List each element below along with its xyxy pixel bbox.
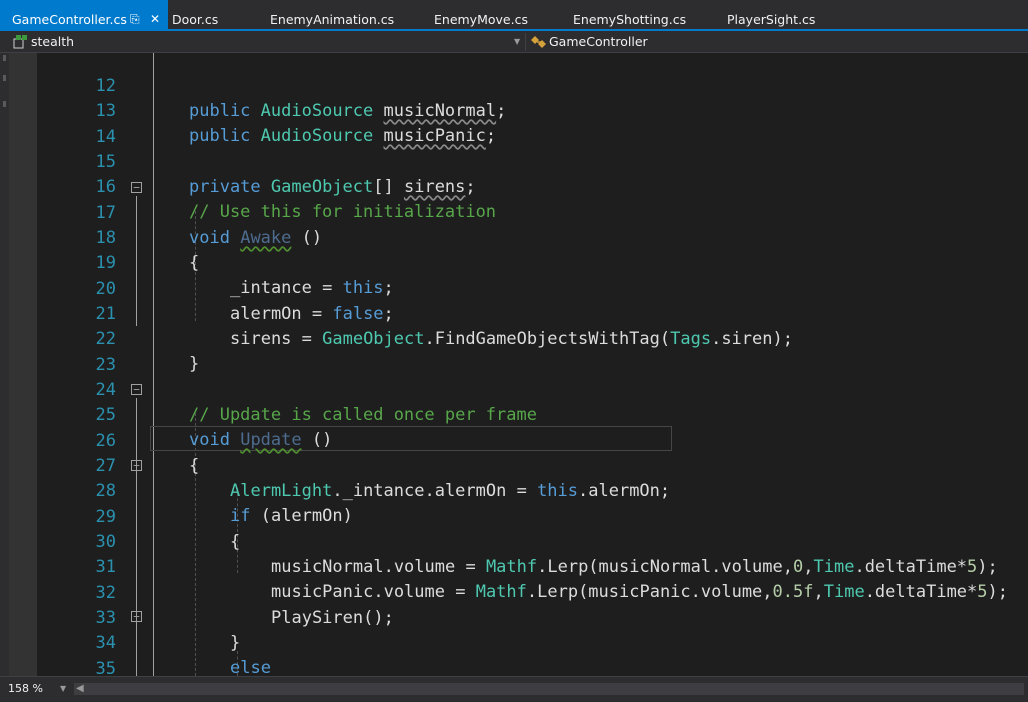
tab-enemymove[interactable]: EnemyMove.cs bbox=[434, 0, 528, 29]
code-line: 13 public AudioSource musicPanic; bbox=[0, 74, 1028, 146]
code-line: 34 else bbox=[0, 606, 1028, 676]
code-editor[interactable]: − − − − 12 public AudioSource musicNorma… bbox=[0, 53, 1028, 676]
zoom-level: 158 % bbox=[8, 682, 43, 695]
navigation-bar: stealth ▼ GameController bbox=[0, 31, 1028, 53]
project-name: stealth bbox=[31, 34, 75, 49]
code-line: 21 sirens = GameObject.FindGameObjectsWi… bbox=[0, 277, 1028, 349]
class-dropdown[interactable]: GameController bbox=[549, 32, 1019, 51]
document-tab-strip: GameController.cs ⎘ ✕ Door.cs EnemyAnima… bbox=[0, 0, 1028, 31]
navbar-divider bbox=[525, 33, 526, 51]
tab-label: GameController.cs bbox=[12, 12, 127, 27]
code-line: 27 AlermLight._intance.alermOn = this.al… bbox=[0, 429, 1028, 501]
class-name: GameController bbox=[549, 34, 648, 49]
code-line: 20 alermOn = false; bbox=[0, 252, 1028, 324]
tab-label: EnemyMove.cs bbox=[434, 12, 528, 27]
project-icon bbox=[13, 35, 27, 49]
close-icon[interactable]: ✕ bbox=[150, 0, 160, 29]
zoom-dropdown[interactable]: 158 % bbox=[8, 680, 68, 698]
project-dropdown[interactable]: stealth bbox=[31, 32, 511, 51]
chevron-down-icon[interactable]: ▼ bbox=[514, 32, 520, 51]
code-line: 18 { bbox=[0, 201, 1028, 273]
tab-label: EnemyShotting.cs bbox=[573, 12, 687, 27]
tab-enemyshotting[interactable]: EnemyShotting.cs bbox=[573, 0, 686, 29]
code-line: 28 if (alermOn) bbox=[0, 454, 1028, 526]
editor-status-bar: 158 % ▼ ◀ bbox=[0, 676, 1028, 702]
horizontal-scrollbar[interactable] bbox=[74, 683, 1024, 695]
tab-playersight[interactable]: PlayerSight.cs bbox=[727, 0, 815, 29]
tab-gamecontroller[interactable]: GameController.cs ⎘ ✕ bbox=[0, 0, 168, 29]
tab-label: EnemyAnimation.cs bbox=[270, 12, 395, 27]
code-line: 14 bbox=[0, 100, 1028, 147]
pin-icon[interactable]: ⎘ bbox=[130, 0, 140, 29]
code-line: 23 bbox=[0, 328, 1028, 375]
code-line: 25 void Update () bbox=[0, 378, 1028, 450]
tab-label: Door.cs bbox=[172, 12, 219, 27]
code-line: 22 } bbox=[0, 302, 1028, 374]
code-line: 33 } bbox=[0, 581, 1028, 653]
class-icon bbox=[531, 36, 546, 48]
tab-label: PlayerSight.cs bbox=[727, 12, 816, 27]
code-line: 16 // Use this for initialization bbox=[0, 150, 1028, 222]
code-line: 15 private GameObject[] sirens; bbox=[0, 125, 1028, 197]
code-line: 30 musicNormal.volume = Mathf.Lerp(music… bbox=[0, 505, 1028, 577]
code-line: 29 { bbox=[0, 480, 1028, 552]
code-line: 26 { bbox=[0, 404, 1028, 476]
code-line: 35 { bbox=[0, 632, 1028, 676]
code-line: 36 musicNormal.volume = Mathf.Lerp(music… bbox=[0, 657, 1028, 676]
code-line: 17 void Awake () bbox=[0, 176, 1028, 248]
code-line: 24 // Update is called once per frame bbox=[0, 353, 1028, 425]
code-line: 12 public AudioSource musicNormal; bbox=[0, 53, 1028, 121]
code-line: 31 musicPanic.volume = Mathf.Lerp(musicP… bbox=[0, 530, 1028, 602]
tab-door[interactable]: Door.cs bbox=[172, 0, 218, 29]
scroll-left-icon[interactable]: ◀ bbox=[76, 680, 84, 698]
code-line: 32 PlaySiren(); bbox=[0, 556, 1028, 628]
code-line: 19 _intance = this; bbox=[0, 226, 1028, 298]
tab-enemyanimation[interactable]: EnemyAnimation.cs bbox=[270, 0, 394, 29]
chevron-down-icon[interactable]: ▼ bbox=[60, 680, 66, 698]
